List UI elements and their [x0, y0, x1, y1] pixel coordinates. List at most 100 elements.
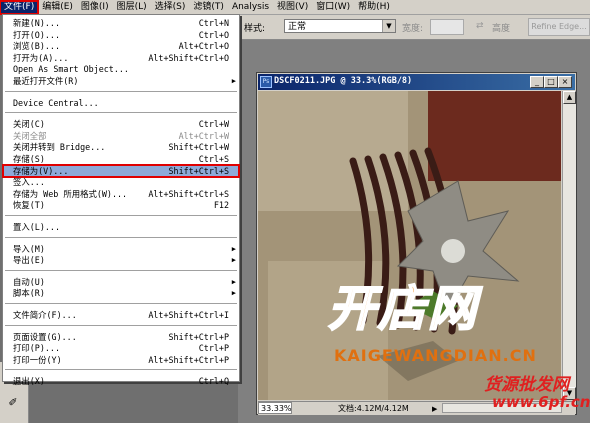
file-menu-item-label: 新建(N)... — [13, 18, 61, 28]
document-titlebar[interactable]: Ps DSCF0211.JPG @ 33.3%(RGB/8) _ □ × — [258, 74, 575, 90]
file-menu-item-label: 关闭(C) — [13, 119, 45, 130]
scroll-up-icon[interactable]: ▲ — [563, 91, 576, 104]
file-menu-item[interactable]: 自动(U) ▶ — [3, 276, 239, 288]
watermark-bottom-url: www.6pf.cn — [492, 393, 590, 411]
eyedropper-tool-icon[interactable]: ✐ — [5, 396, 21, 410]
file-menu-item-shortcut: Ctrl+S — [198, 154, 229, 164]
file-menu-item[interactable]: 浏览(B)... Alt+Ctrl+O — [3, 40, 239, 52]
menu-item-7[interactable]: 视图(V) — [273, 1, 312, 14]
submenu-arrow-icon: ▶ — [231, 77, 236, 85]
file-menu-item[interactable]: 文件简介(F)... Alt+Shift+Ctrl+I — [3, 309, 239, 321]
file-menu-item-shortcut: Ctrl+Q — [198, 376, 229, 387]
menu-item-3[interactable]: 图层(L) — [113, 1, 151, 14]
status-menu-icon[interactable]: ▶ — [432, 403, 437, 416]
height-label: 高度 — [492, 24, 511, 34]
file-menu-item-label: 存储为(V)... — [13, 165, 69, 176]
file-menu-item-label: 退出(X) — [13, 376, 45, 387]
chevron-down-icon[interactable]: ▼ — [382, 20, 395, 32]
refine-edge-button[interactable]: Refine Edge... — [528, 18, 590, 36]
file-menu-item[interactable]: Device Central... — [3, 97, 239, 109]
menu-item-4[interactable]: 选择(S) — [151, 1, 190, 14]
image-canvas[interactable]: 开店网 KAIGEWANGDIAN.CN — [258, 91, 561, 400]
file-menu-item-label: 存储为 Web 所用格式(W)... — [13, 188, 128, 199]
menu-separator — [5, 236, 237, 239]
file-menu-item-shortcut: Alt+Ctrl+W — [178, 130, 229, 141]
vertical-scrollbar[interactable]: ▲ ▼ — [562, 91, 576, 400]
file-menu-item-shortcut: Shift+Ctrl+W — [168, 142, 229, 153]
menu-item-0[interactable]: 文件(F) — [0, 0, 40, 15]
menu-bar: 文件(F) 编辑(E) 图像(I) 图层(L) 选择(S) 滤镜(T) Analysis 视图… — [0, 0, 590, 15]
file-menu-item-label: 导出(E) — [13, 255, 45, 266]
file-menu-item[interactable]: 关闭(C) Ctrl+W — [3, 118, 239, 130]
width-field[interactable] — [430, 19, 464, 35]
minimize-button[interactable]: _ — [530, 76, 544, 88]
menu-item-9[interactable]: 帮助(H) — [354, 1, 394, 14]
file-menu-item[interactable]: 打印一份(Y) Alt+Shift+Ctrl+P — [3, 354, 239, 366]
file-menu-item[interactable]: 打开(O)... Ctrl+O — [3, 29, 239, 41]
menu-separator — [5, 303, 237, 305]
file-menu-item[interactable]: Open As Smart Object... — [3, 63, 239, 75]
menu-item-1[interactable]: 编辑(E) — [38, 1, 77, 14]
swap-icon[interactable]: ⇄ — [476, 21, 484, 31]
close-button[interactable]: × — [558, 76, 572, 88]
file-menu-item-label: 自动(U) — [13, 276, 45, 287]
file-menu-item-label: 浏览(B)... — [13, 41, 61, 52]
menu-separator — [5, 324, 237, 327]
watermark-logo: 开店网 — [327, 280, 479, 338]
style-select[interactable]: 正常 ▼ — [284, 19, 396, 33]
file-menu-item-shortcut: Alt+Shift+Ctrl+S — [148, 188, 229, 199]
file-menu-item[interactable]: 签入... — [3, 176, 239, 188]
file-menu-item-shortcut: Ctrl+P — [198, 343, 229, 354]
document-title: DSCF0211.JPG @ 33.3%(RGB/8) — [274, 76, 413, 86]
file-menu-item[interactable]: 脚本(R) ▶ — [3, 287, 239, 299]
menu-separator — [5, 112, 237, 115]
file-menu-item-label: 存储(S) — [13, 154, 45, 164]
file-menu-item-label: 打印(P)... — [13, 343, 61, 354]
menu-item-6[interactable]: Analysis — [228, 1, 273, 14]
file-menu-item[interactable]: 置入(L)... — [3, 221, 239, 233]
file-menu-item-shortcut: Alt+Shift+Ctrl+I — [148, 310, 229, 320]
file-menu-item-shortcut: Shift+Ctrl+S — [168, 165, 229, 176]
file-menu-item-label: 打开为(A)... — [13, 52, 69, 63]
style-select-value: 正常 — [288, 22, 307, 32]
zoom-field[interactable]: 33.33% — [258, 402, 292, 414]
file-menu-item-label: 置入(L)... — [13, 222, 61, 232]
file-menu-item[interactable]: 打印(P)... Ctrl+P — [3, 342, 239, 354]
file-menu-item[interactable]: 新建(N)... Ctrl+N — [3, 17, 239, 29]
menu-separator — [5, 215, 237, 217]
width-label: 宽度: — [402, 24, 424, 34]
file-menu-item[interactable]: 退出(X) Ctrl+Q — [3, 375, 239, 387]
style-label: 样式: — [244, 24, 266, 34]
file-menu-item[interactable]: 关闭并转到 Bridge... Shift+Ctrl+W — [3, 141, 239, 153]
file-menu-item[interactable]: 存储为 Web 所用格式(W)... Alt+Shift+Ctrl+S — [3, 188, 239, 200]
file-menu-item-label: 签入... — [13, 177, 45, 188]
file-menu-item[interactable]: 导出(E) ▶ — [3, 254, 239, 266]
file-menu-item[interactable]: 最近打开文件(R) ▶ — [3, 75, 239, 87]
file-menu-item-label: Open As Smart Object... — [13, 64, 129, 75]
document-window: Ps DSCF0211.JPG @ 33.3%(RGB/8) _ □ × 开店网… — [256, 72, 577, 415]
maximize-button[interactable]: □ — [544, 76, 558, 88]
submenu-arrow-icon: ▶ — [231, 289, 236, 298]
file-menu-item-shortcut: Ctrl+N — [198, 18, 229, 28]
menu-separator — [5, 90, 237, 93]
file-menu-item[interactable]: 存储(S) Ctrl+S — [3, 153, 239, 165]
file-menu-item[interactable]: 导入(M) ▶ — [3, 243, 239, 255]
file-menu-item[interactable]: 存储为(V)... Shift+Ctrl+S — [2, 163, 240, 178]
menu-item-2[interactable]: 图像(I) — [77, 1, 113, 14]
file-menu-item[interactable]: 打开为(A)... Alt+Shift+Ctrl+O — [3, 52, 239, 64]
file-menu-item-shortcut: Shift+Ctrl+P — [168, 331, 229, 342]
photoshop-doc-icon: Ps — [260, 76, 272, 88]
watermark-bottom-cn: 货源批发网 — [484, 375, 569, 395]
file-menu-item-shortcut: Ctrl+O — [198, 29, 229, 40]
file-menu-item-shortcut: Alt+Shift+Ctrl+P — [148, 354, 229, 365]
file-menu-item[interactable]: 页面设置(G)... Shift+Ctrl+P — [3, 331, 239, 343]
file-menu-item[interactable]: 关闭全部 Alt+Ctrl+W — [3, 130, 239, 142]
menu-item-8[interactable]: 窗口(W) — [312, 1, 354, 14]
file-menu-item-label: 页面设置(G)... — [13, 331, 77, 342]
file-menu-item-label: 打开(O)... — [13, 29, 61, 40]
file-menu-item[interactable]: 恢复(T) F12 — [3, 199, 239, 211]
menu-item-5[interactable]: 滤镜(T) — [189, 1, 228, 14]
submenu-arrow-icon: ▶ — [231, 277, 236, 286]
file-menu-item-label: 打印一份(Y) — [13, 354, 62, 365]
file-menu-item-shortcut: Ctrl+W — [198, 119, 229, 130]
